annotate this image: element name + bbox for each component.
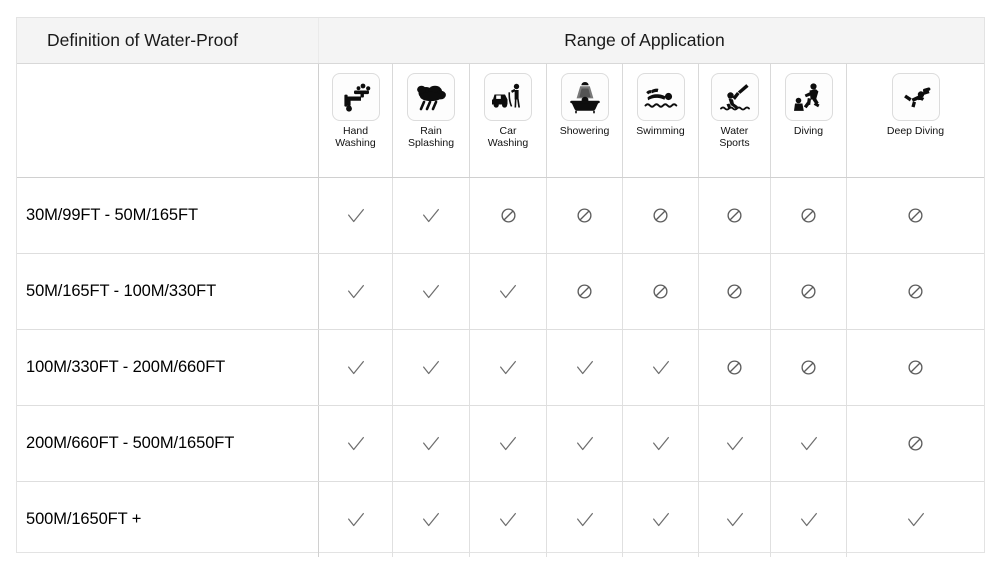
cell-30m-50m-hand-washing <box>319 178 393 253</box>
cell-200m-500m-water-sports <box>699 406 771 481</box>
cell-200m-500m-showering <box>547 406 623 481</box>
cell-200m-500m-car-washing <box>470 406 547 481</box>
faucet-icon <box>331 73 380 121</box>
label-line1: Hand <box>342 125 369 137</box>
cell-30m-50m-deep-diving <box>847 178 984 253</box>
water-ski-icon <box>710 73 759 121</box>
cell-50m-100m-showering <box>547 254 623 329</box>
label-line1: Showering <box>559 125 610 137</box>
cell-50m-100m-hand-washing <box>319 254 393 329</box>
table-row: 50M/165FT - 100M/330FT <box>17 254 984 330</box>
cell-100m-200m-diving <box>771 330 847 405</box>
column-header-hand-washing: Hand Washing <box>319 64 393 177</box>
cell-500m-plus-hand-washing <box>319 482 393 557</box>
column-label-rain-splashing: Rain Splashing <box>407 125 455 149</box>
column-label-showering: Showering <box>559 125 610 138</box>
table-row: 200M/660FT - 500M/1650FT <box>17 406 984 482</box>
header-corner-cell <box>17 64 319 177</box>
column-header-diving: Diving <box>771 64 847 177</box>
cell-500m-plus-diving <box>771 482 847 557</box>
row-label-500m-plus: 500M/1650FT + <box>17 482 319 557</box>
table-row: 100M/330FT - 200M/660FT <box>17 330 984 406</box>
definition-title: Definition of Water-Proof <box>17 18 319 63</box>
cell-500m-plus-car-washing <box>470 482 547 557</box>
label-line1: Swimming <box>636 125 685 137</box>
cell-100m-200m-deep-diving <box>847 330 984 405</box>
column-header-car-washing: Car Washing <box>470 64 547 177</box>
column-header-showering: Showering <box>547 64 623 177</box>
cell-500m-plus-swimming <box>623 482 699 557</box>
range-title: Range of Application <box>564 30 725 50</box>
cell-500m-plus-water-sports <box>699 482 771 557</box>
column-header-swimming: Swimming <box>623 64 699 177</box>
cell-30m-50m-showering <box>547 178 623 253</box>
cell-100m-200m-water-sports <box>699 330 771 405</box>
label-line1: Rain <box>420 125 442 137</box>
cell-50m-100m-rain-splashing <box>393 254 470 329</box>
label-line1: Water <box>720 125 749 137</box>
car-washing-icon <box>484 73 532 121</box>
row-label-30m-50m: 30M/99FT - 50M/165FT <box>17 178 319 253</box>
swimmer-icon <box>636 73 685 121</box>
table-row: 500M/1650FT + <box>17 482 984 557</box>
table-row: 30M/99FT - 50M/165FT <box>17 178 984 254</box>
label-line1: Car <box>499 125 517 137</box>
water-resistance-table: Definition of Water-Proof Range of Appli… <box>16 17 985 557</box>
column-header-water-sports: Water Sports <box>699 64 771 177</box>
cell-100m-200m-rain-splashing <box>393 330 470 405</box>
column-label-car-washing: Car Washing <box>487 125 529 149</box>
cell-100m-200m-hand-washing <box>319 330 393 405</box>
cell-50m-100m-diving <box>771 254 847 329</box>
cell-100m-200m-showering <box>547 330 623 405</box>
cell-500m-plus-deep-diving <box>847 482 984 557</box>
label-line1: Diving <box>793 125 824 137</box>
label-line2: Washing <box>487 136 529 149</box>
cell-200m-500m-deep-diving <box>847 406 984 481</box>
column-header-row: Hand Washing Rain Splashing Car Washing … <box>17 64 984 178</box>
cell-100m-200m-swimming <box>623 330 699 405</box>
cell-500m-plus-showering <box>547 482 623 557</box>
scuba-diver-icon <box>891 73 940 121</box>
cell-30m-50m-water-sports <box>699 178 771 253</box>
cell-30m-50m-swimming <box>623 178 699 253</box>
label-line1: Deep Diving <box>886 125 945 137</box>
cell-200m-500m-diving <box>771 406 847 481</box>
cell-50m-100m-deep-diving <box>847 254 984 329</box>
cell-50m-100m-water-sports <box>699 254 771 329</box>
column-header-deep-diving: Deep Diving <box>847 64 984 177</box>
cell-50m-100m-car-washing <box>470 254 547 329</box>
shower-bath-icon <box>560 73 609 121</box>
label-line2: Splashing <box>407 136 455 149</box>
column-label-deep-diving: Deep Diving <box>886 125 945 138</box>
cell-500m-plus-rain-splashing <box>393 482 470 557</box>
column-label-swimming: Swimming <box>636 125 685 138</box>
diver-jump-icon <box>784 73 833 121</box>
column-header-rain-splashing: Rain Splashing <box>393 64 470 177</box>
row-label-100m-200m: 100M/330FT - 200M/660FT <box>17 330 319 405</box>
column-label-hand-washing: Hand Washing <box>335 125 376 149</box>
cell-30m-50m-rain-splashing <box>393 178 470 253</box>
row-label-200m-500m: 200M/660FT - 500M/1650FT <box>17 406 319 481</box>
cell-200m-500m-rain-splashing <box>393 406 470 481</box>
cell-30m-50m-diving <box>771 178 847 253</box>
column-label-water-sports: Water Sports <box>719 125 750 149</box>
cell-200m-500m-swimming <box>623 406 699 481</box>
rain-cloud-icon <box>407 73 455 121</box>
row-label-50m-100m: 50M/165FT - 100M/330FT <box>17 254 319 329</box>
label-line2: Sports <box>719 136 750 149</box>
cell-200m-500m-hand-washing <box>319 406 393 481</box>
column-label-diving: Diving <box>793 125 824 138</box>
cell-50m-100m-swimming <box>623 254 699 329</box>
cell-30m-50m-car-washing <box>470 178 547 253</box>
label-line2: Washing <box>335 136 376 149</box>
cell-100m-200m-car-washing <box>470 330 547 405</box>
table-title-row: Definition of Water-Proof Range of Appli… <box>17 18 984 64</box>
